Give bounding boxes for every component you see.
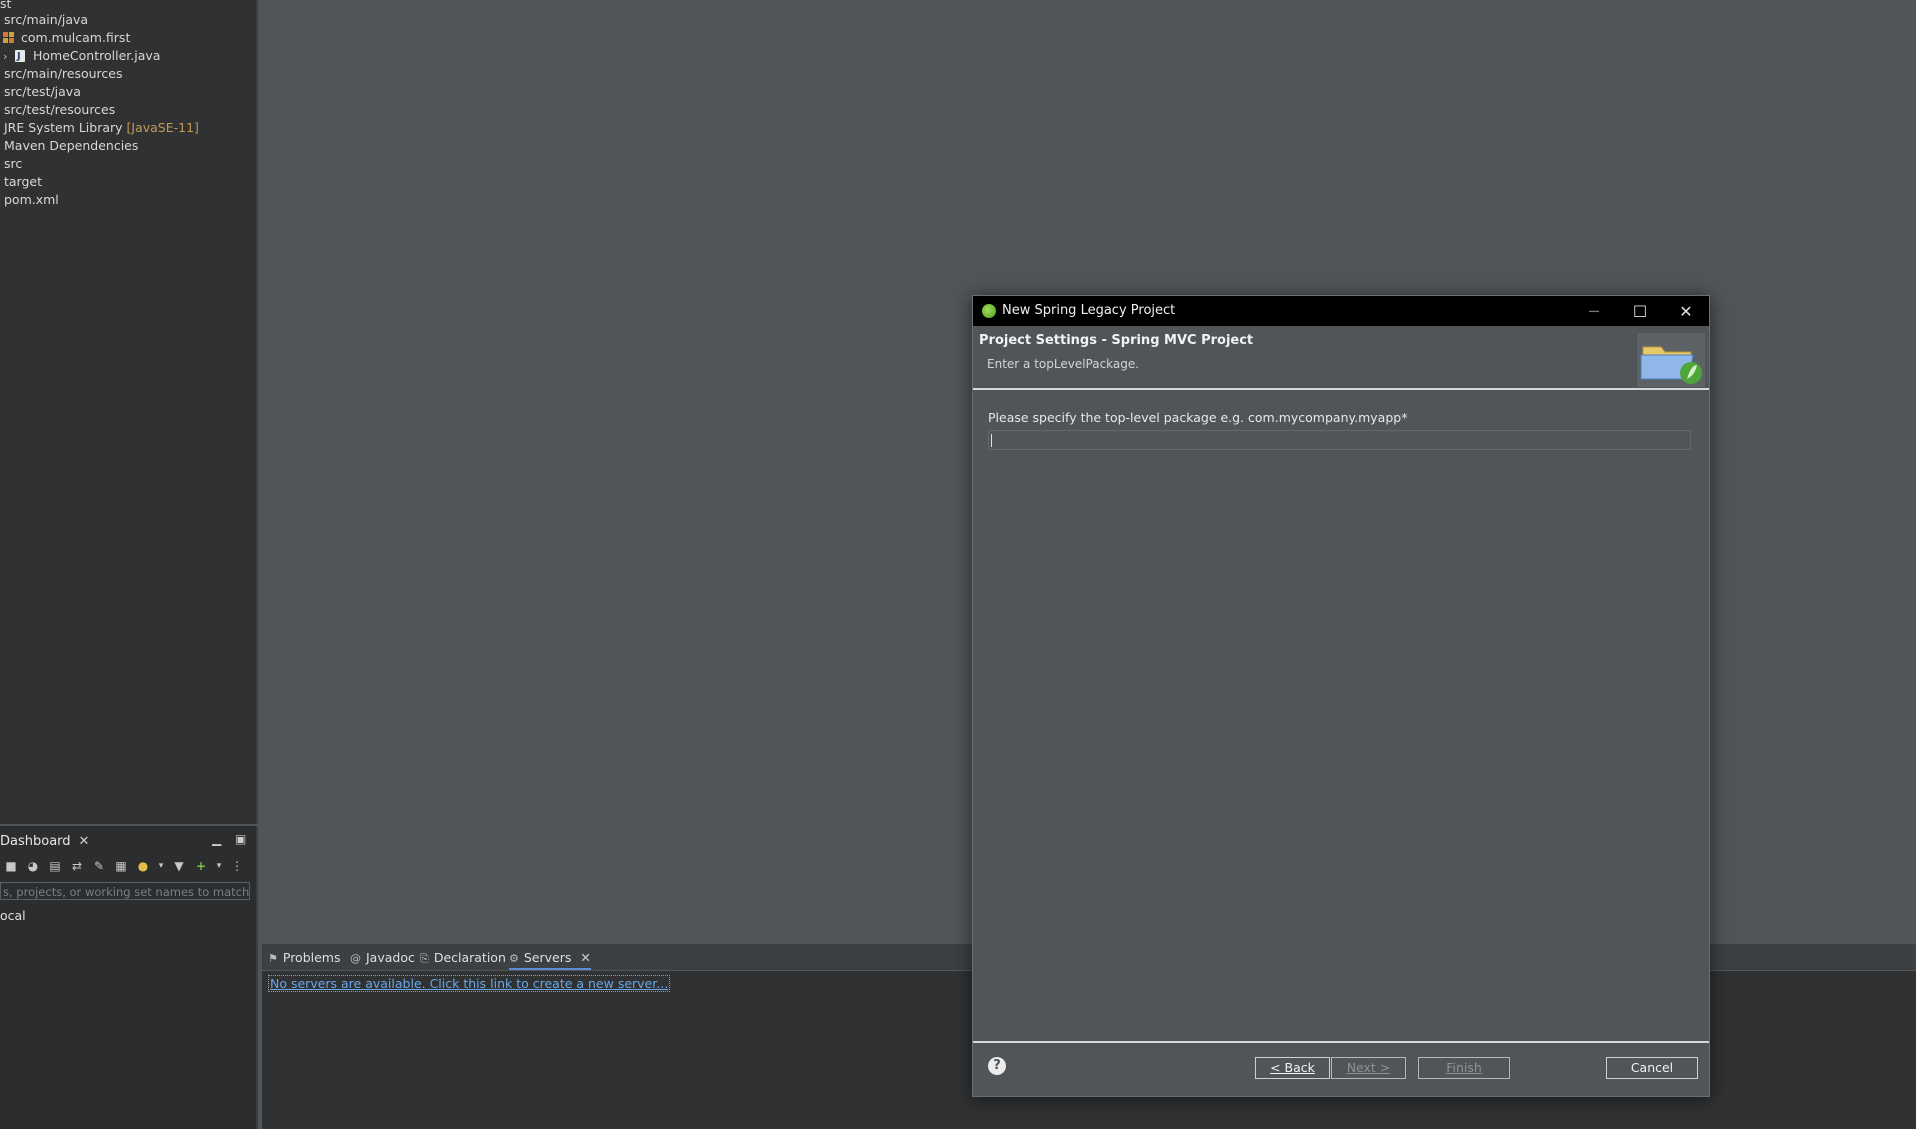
tab-servers[interactable]: ⚙ Servers ✕ (509, 948, 591, 970)
maximize-icon[interactable]: ☐ (1617, 296, 1663, 326)
create-server-link[interactable]: No servers are available. Click this lin… (268, 975, 671, 992)
minimize-icon[interactable]: ─ (1571, 296, 1617, 326)
tree-item-src-test-resources[interactable]: src/test/resources (4, 101, 115, 119)
tab-label: Dashboard (0, 834, 71, 849)
tab-label: Problems (282, 950, 341, 965)
text-caret (991, 434, 992, 447)
dashboard-toolbar: ■ ◕ ▤ ⇄ ✎ ▦ ● ▾ ▼ + ▾ ⋮ (0, 856, 245, 876)
close-icon[interactable]: ✕ (79, 834, 90, 849)
tree-item-label: pom.xml (4, 192, 59, 207)
tab-label: Servers (523, 950, 572, 965)
dialog-titlebar: New Spring Legacy Project ─ ☐ ✕ (973, 296, 1709, 326)
javadoc-icon: @ (350, 952, 361, 965)
tree-item-jre-library[interactable]: JRE System Library [JavaSE-11] (4, 119, 199, 137)
tree-item-src-main-resources[interactable]: src/main/resources (4, 65, 122, 83)
package-icon (3, 32, 14, 43)
tree-item-src-main-java[interactable]: src/main/java (4, 11, 88, 29)
minimize-icon[interactable]: ▁ (212, 832, 221, 846)
more-icon[interactable]: ⋮ (229, 858, 245, 874)
dropdown-icon[interactable]: ▾ (157, 858, 165, 874)
globe-icon[interactable]: ◕ (25, 858, 41, 874)
next-button[interactable]: Next > (1331, 1057, 1406, 1079)
filter-icon[interactable]: ▼ (171, 858, 187, 874)
package-explorer: st src/main/java com.mulcam.first › HomeC… (0, 0, 258, 824)
tree-item-java-file[interactable]: › HomeController.java (3, 47, 161, 66)
footer-separator (973, 1041, 1709, 1043)
tree-item-label: src/test/resources (4, 102, 116, 117)
button-label: < Back (1270, 1060, 1315, 1075)
add-icon[interactable]: + (193, 858, 209, 874)
dialog-title: New Spring Legacy Project (1002, 303, 1176, 318)
stop-icon[interactable]: ■ (3, 858, 19, 874)
cancel-button[interactable]: Cancel (1606, 1057, 1698, 1079)
chevron-right-icon[interactable]: › (3, 48, 15, 66)
tree-item-src-test-java[interactable]: src/test/java (4, 83, 81, 101)
java-file-icon (15, 48, 25, 66)
tab-label: Declaration (433, 950, 506, 965)
edit-icon[interactable]: ✎ (91, 858, 107, 874)
tree-item-target[interactable]: target (4, 173, 42, 191)
tree-item-label: src (4, 156, 23, 171)
close-icon[interactable]: ✕ (580, 950, 590, 965)
back-button[interactable]: < Back (1255, 1057, 1330, 1079)
tree-item-label: st (0, 0, 12, 11)
console-icon[interactable]: ▤ (47, 858, 63, 874)
help-icon[interactable]: ? (988, 1057, 1006, 1075)
button-label: Finish (1446, 1060, 1482, 1075)
close-icon[interactable]: ✕ (1663, 296, 1709, 326)
boot-dashboard-panel: Dashboard ✕ ▁ ▣ ■ ◕ ▤ ⇄ ✎ ▦ ● ▾ ▼ + ▾ ⋮ s… (0, 826, 258, 1129)
tree-item-label: HomeController.java (33, 48, 161, 63)
wizard-page-description: Enter a topLevelPackage. (987, 357, 1140, 371)
header-separator (973, 388, 1709, 390)
folder-wizard-icon (1637, 333, 1705, 387)
top-level-package-input[interactable] (988, 430, 1691, 450)
dashboard-local-item[interactable]: ocal (0, 908, 26, 923)
tab-dashboard[interactable]: Dashboard ✕ (0, 832, 95, 852)
tree-item-label: src/main/resources (4, 66, 123, 81)
tree-item-label: Maven Dependencies (4, 138, 139, 153)
tree-item-label: com.mulcam.first (21, 30, 131, 45)
maximize-icon[interactable]: ▣ (235, 832, 246, 846)
spring-icon (982, 304, 996, 318)
servers-icon: ⚙ (509, 952, 519, 965)
button-label: Next > (1346, 1060, 1391, 1075)
new-spring-project-dialog: New Spring Legacy Project ─ ☐ ✕ Project … (972, 295, 1710, 1097)
wizard-page-title: Project Settings - Spring MVC Project (979, 333, 1254, 348)
tree-item-src[interactable]: src (4, 155, 22, 173)
tree-item-label: src/main/java (4, 12, 89, 27)
dashboard-filter-input[interactable]: s, projects, or working set names to mat… (0, 882, 250, 900)
problems-icon: ⚑ (268, 952, 278, 965)
tree-item-label: src/test/java (4, 84, 81, 99)
dropdown-icon[interactable]: ▾ (215, 858, 223, 874)
tab-label: Javadoc (366, 950, 415, 965)
tab-problems[interactable]: ⚑ Problems (268, 948, 341, 968)
tree-item-label: target (4, 174, 43, 189)
tab-declaration[interactable]: ⎘ Declaration (420, 948, 506, 968)
wizard-header: Project Settings - Spring MVC Project En… (973, 326, 1709, 388)
table-icon[interactable]: ▦ (113, 858, 129, 874)
tab-javadoc[interactable]: @ Javadoc (350, 948, 415, 968)
package-field-label: Please specify the top-level package e.g… (988, 410, 1408, 425)
declaration-icon: ⎘ (420, 952, 429, 965)
tree-item-maven-deps[interactable]: Maven Dependencies (4, 137, 138, 155)
sync-icon[interactable]: ⇄ (69, 858, 85, 874)
tree-item-label: JRE System Library (4, 120, 123, 135)
tree-item-pom[interactable]: pom.xml (4, 191, 59, 209)
tree-item-package[interactable]: com.mulcam.first (3, 29, 130, 47)
button-label: Cancel (1630, 1060, 1674, 1075)
lightbulb-icon[interactable]: ● (135, 858, 151, 874)
finish-button[interactable]: Finish (1418, 1057, 1510, 1079)
tree-item-decoration: [JavaSE-11] (126, 120, 199, 135)
